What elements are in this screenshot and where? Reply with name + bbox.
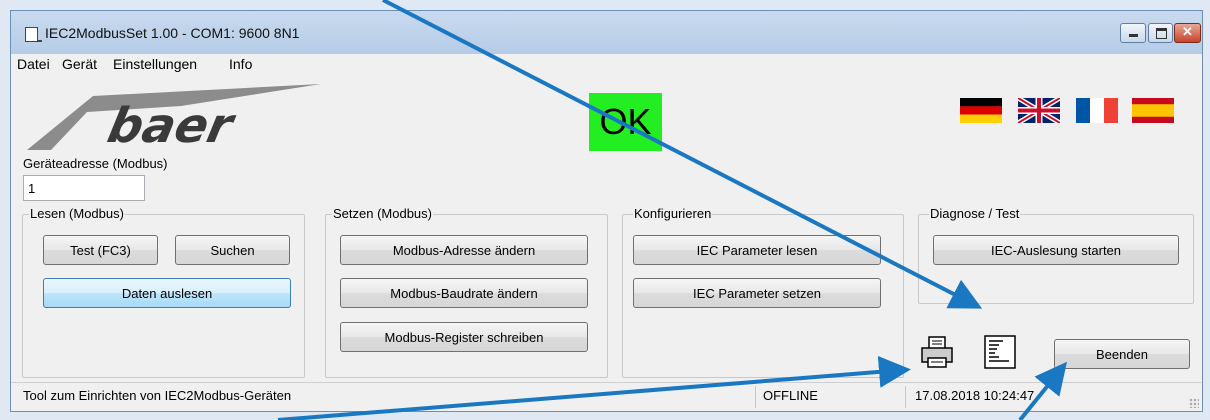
read-iec-params-button[interactable]: IEC Parameter lesen xyxy=(633,235,881,265)
close-button[interactable] xyxy=(1174,23,1201,43)
change-modbus-address-button[interactable]: Modbus-Adresse ändern xyxy=(340,235,588,265)
menu-datei[interactable]: Datei xyxy=(17,56,50,72)
group-setzen: Setzen (Modbus) Modbus-Adresse ändern Mo… xyxy=(325,206,608,378)
baer-logo: baer xyxy=(27,84,321,153)
group-konfigurieren-label: Konfigurieren xyxy=(633,206,713,222)
spanish-flag-icon[interactable] xyxy=(1132,98,1174,123)
change-modbus-baudrate-button[interactable]: Modbus-Baudrate ändern xyxy=(340,278,588,308)
german-flag-icon[interactable] xyxy=(960,98,1002,123)
status-separator xyxy=(905,386,906,408)
uk-flag-icon[interactable] xyxy=(1018,98,1060,123)
set-iec-params-button[interactable]: IEC Parameter setzen xyxy=(633,278,881,308)
minimize-button[interactable] xyxy=(1120,23,1146,43)
group-diagnose: Diagnose / Test IEC-Auslesung starten xyxy=(918,206,1194,304)
application-window: IEC2ModbusSet 1.00 - COM1: 9600 8N1 Date… xyxy=(10,10,1203,412)
app-icon xyxy=(25,27,42,42)
group-setzen-label: Setzen (Modbus) xyxy=(332,206,433,222)
log-button[interactable] xyxy=(981,334,1019,370)
window-title: IEC2ModbusSet 1.00 - COM1: 9600 8N1 xyxy=(45,25,300,41)
group-lesen-label: Lesen (Modbus) xyxy=(29,206,125,222)
menu-geraet[interactable]: Gerät xyxy=(62,56,97,72)
group-lesen: Lesen (Modbus) Test (FC3) Suchen Daten a… xyxy=(22,206,305,378)
logo-text: baer xyxy=(103,98,241,153)
title-bar[interactable]: IEC2ModbusSet 1.00 - COM1: 9600 8N1 xyxy=(11,11,1202,54)
status-bar: Tool zum Einrichten von IEC2Modbus-Gerät… xyxy=(11,382,1202,411)
search-button[interactable]: Suchen xyxy=(175,235,290,265)
menu-info[interactable]: Info xyxy=(229,56,252,72)
french-flag-icon[interactable] xyxy=(1076,98,1118,123)
resize-grip[interactable] xyxy=(1189,398,1199,408)
group-konfigurieren: Konfigurieren IEC Parameter lesen IEC Pa… xyxy=(622,206,904,378)
printer-icon xyxy=(921,336,953,368)
menu-einstellungen[interactable]: Einstellungen xyxy=(113,56,197,72)
address-input[interactable] xyxy=(23,175,145,201)
status-connection: OFFLINE xyxy=(763,388,818,403)
test-fc3-button[interactable]: Test (FC3) xyxy=(43,235,158,265)
read-data-button[interactable]: Daten auslesen xyxy=(43,278,291,308)
address-label: Geräteadresse (Modbus) xyxy=(23,156,168,171)
log-document-icon xyxy=(984,335,1016,369)
maximize-button[interactable] xyxy=(1148,23,1173,43)
status-ok-indicator: OK xyxy=(589,93,662,151)
start-iec-reading-button[interactable]: IEC-Auslesung starten xyxy=(933,235,1179,265)
menu-bar: Datei Gerät Einstellungen Info xyxy=(11,54,1202,76)
write-modbus-register-button[interactable]: Modbus-Register schreiben xyxy=(340,322,588,352)
status-datetime: 17.08.2018 10:24:47 xyxy=(915,388,1035,403)
print-button[interactable] xyxy=(918,334,956,370)
status-message: Tool zum Einrichten von IEC2Modbus-Gerät… xyxy=(23,388,292,403)
exit-button[interactable]: Beenden xyxy=(1054,339,1190,369)
main-panel: baer OK Geräteadresse (Modbus) Lesen (Mo… xyxy=(11,76,1202,411)
status-separator xyxy=(755,386,756,408)
group-diagnose-label: Diagnose / Test xyxy=(929,206,1021,222)
